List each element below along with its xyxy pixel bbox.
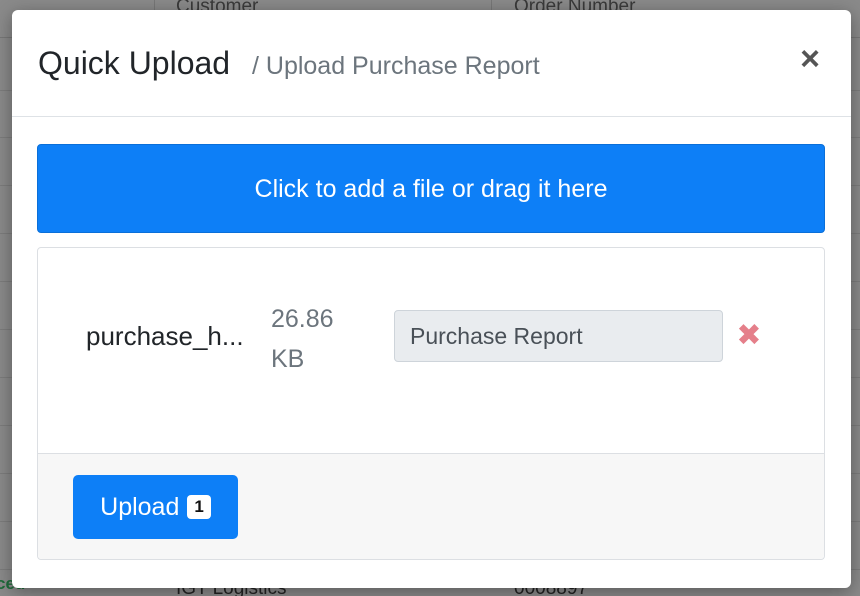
upload-button-label: Upload [100, 492, 180, 521]
quick-upload-modal: Quick Upload / Upload Purchase Report × … [12, 10, 851, 588]
file-card: purchase_h... 26.86 KB Purchase Report ✖… [37, 247, 825, 560]
file-drop-zone[interactable]: Click to add a file or drag it here [37, 144, 825, 233]
modal-header: Quick Upload / Upload Purchase Report × [12, 10, 851, 117]
remove-file-icon[interactable]: ✖ [735, 321, 763, 351]
upload-count-badge: 1 [187, 495, 211, 519]
close-button[interactable]: × [795, 42, 825, 76]
modal-title: Quick Upload [38, 45, 231, 81]
document-type-select[interactable]: Purchase Report [394, 310, 723, 362]
modal-subtitle: / Upload Purchase Report [252, 52, 540, 80]
file-size: 26.86 KB [271, 305, 334, 373]
card-footer: Upload 1 [38, 453, 824, 559]
close-icon: × [800, 40, 820, 78]
file-name: purchase_h... [86, 321, 244, 351]
upload-button[interactable]: Upload 1 [73, 475, 238, 539]
